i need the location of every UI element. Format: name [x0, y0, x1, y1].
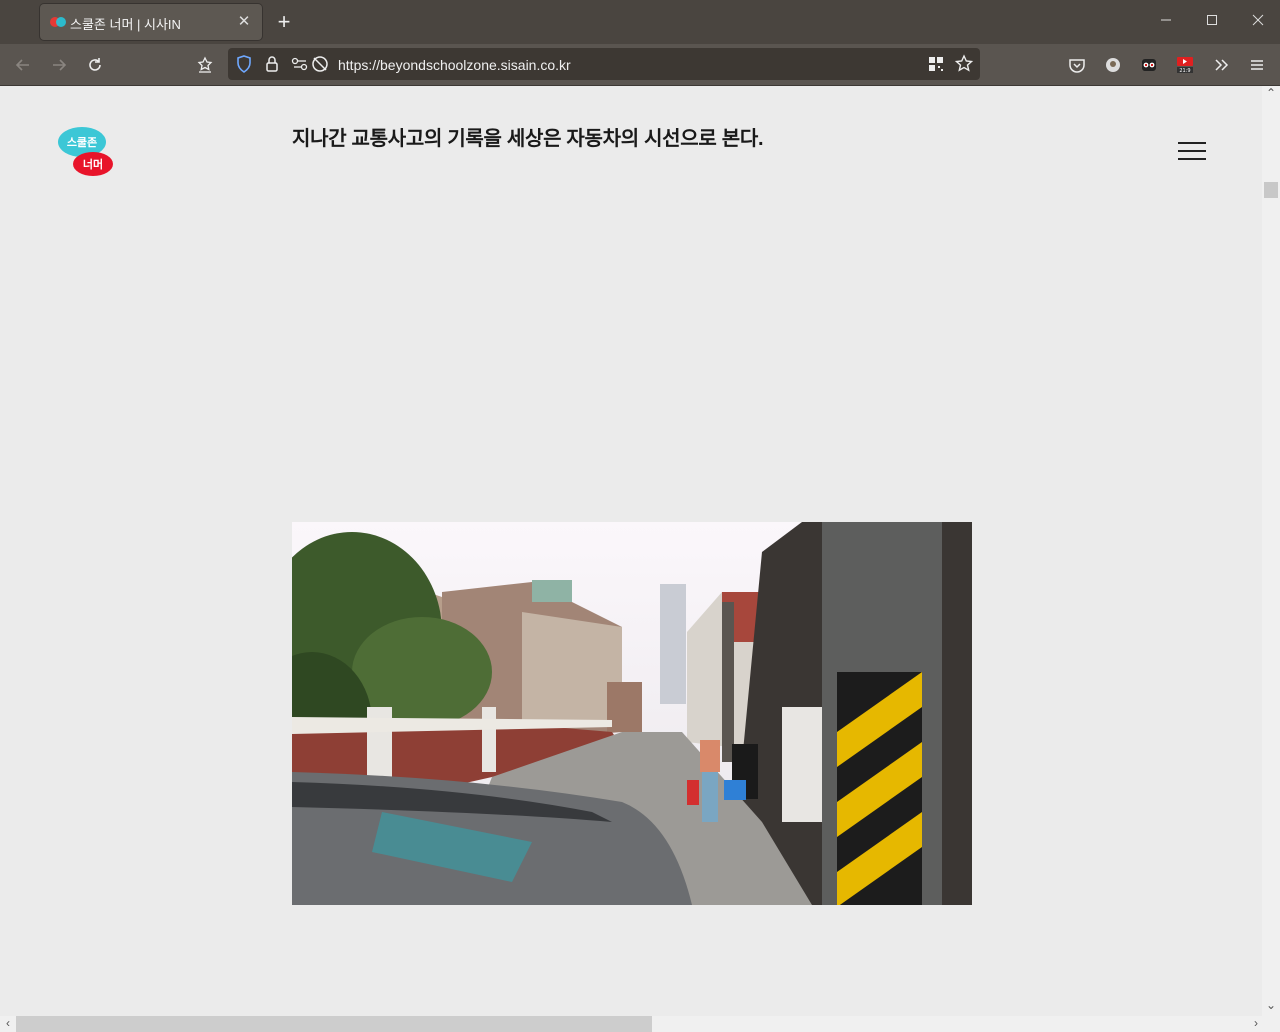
- bookmark-star-icon[interactable]: [954, 54, 974, 74]
- vertical-scroll-thumb[interactable]: [1264, 182, 1278, 198]
- scroll-up-icon[interactable]: ⌃: [1263, 86, 1279, 100]
- extension-glasses-icon: [1142, 59, 1156, 71]
- site-logo[interactable]: 스쿨존 너머: [56, 124, 118, 180]
- extension-avatar-icon: [1106, 58, 1120, 72]
- dashcam-photo: [292, 522, 972, 905]
- tab-bar: 스쿨존 너머 | 시사IN ✕ +: [0, 0, 1280, 44]
- logo-line2: 너머: [83, 157, 103, 171]
- bookmark-manager-button[interactable]: [192, 52, 218, 78]
- scroll-right-icon[interactable]: ›: [1248, 1016, 1264, 1030]
- pocket-icon: [1069, 59, 1085, 73]
- forward-button[interactable]: [46, 52, 72, 78]
- close-icon: [1252, 14, 1264, 26]
- extension-button-2[interactable]: [1136, 52, 1162, 78]
- tracking-blocked-icon[interactable]: [310, 54, 330, 74]
- overflow-menu-button[interactable]: [1208, 52, 1234, 78]
- hamburger-menu-icon[interactable]: [1178, 142, 1206, 162]
- tab-active[interactable]: 스쿨존 너머 | 시사IN ✕: [40, 4, 262, 40]
- url-bar[interactable]: https://beyondschoolzone.sisain.co.kr: [228, 48, 980, 80]
- new-tab-button[interactable]: +: [272, 10, 296, 34]
- navigation-bar: https://beyondschoolzone.sisain.co.kr 21…: [0, 44, 1280, 86]
- close-window-button[interactable]: [1238, 8, 1278, 36]
- vertical-scrollbar[interactable]: ⌃ ⌄: [1262, 86, 1280, 1016]
- horizontal-scrollbar[interactable]: ‹ ›: [0, 1016, 1280, 1032]
- shield-icon[interactable]: [234, 54, 254, 74]
- site-favicon-icon: [50, 17, 66, 27]
- qr-code-icon[interactable]: [926, 54, 946, 74]
- horizontal-scroll-thumb[interactable]: [16, 1016, 652, 1032]
- permissions-icon[interactable]: [290, 54, 310, 74]
- minimize-icon: [1161, 19, 1171, 21]
- app-menu-button[interactable]: [1244, 52, 1270, 78]
- url-text[interactable]: https://beyondschoolzone.sisain.co.kr: [338, 57, 571, 73]
- pocket-button[interactable]: [1064, 52, 1090, 78]
- lock-icon[interactable]: [262, 54, 282, 74]
- tab-close-icon[interactable]: ✕: [234, 12, 254, 32]
- back-button[interactable]: [10, 52, 36, 78]
- reload-icon: [89, 58, 101, 71]
- maximize-icon: [1207, 15, 1217, 25]
- logo-line1: 스쿨존: [67, 136, 97, 149]
- extension-badge-text: 21:9: [1179, 68, 1190, 74]
- star-tray-icon: [197, 56, 213, 73]
- scroll-left-icon[interactable]: ‹: [0, 1016, 16, 1030]
- extension-video-icon: 21:9: [1177, 57, 1193, 74]
- reload-button[interactable]: [82, 52, 108, 78]
- maximize-button[interactable]: [1192, 8, 1232, 36]
- hamburger-icon: [1251, 60, 1263, 70]
- extension-button-3[interactable]: 21:9: [1172, 52, 1198, 78]
- scroll-down-icon[interactable]: ⌄: [1263, 998, 1279, 1012]
- page-headline: 지나간 교통사고의 기록을 세상은 자동차의 시선으로 본다.: [292, 128, 764, 150]
- arrow-right-icon: [53, 59, 67, 71]
- tab-title: 스쿨존 너머 | 시사IN: [70, 17, 181, 32]
- extension-button-1[interactable]: [1100, 52, 1126, 78]
- chevron-double-right-icon: [1215, 59, 1229, 71]
- page-content: 스쿨존 너머 지나간 교통사고의 기록을 세상은 자동차의 시선으로 본다.: [0, 86, 1262, 1016]
- arrow-left-icon: [15, 59, 29, 71]
- minimize-button[interactable]: [1146, 8, 1186, 36]
